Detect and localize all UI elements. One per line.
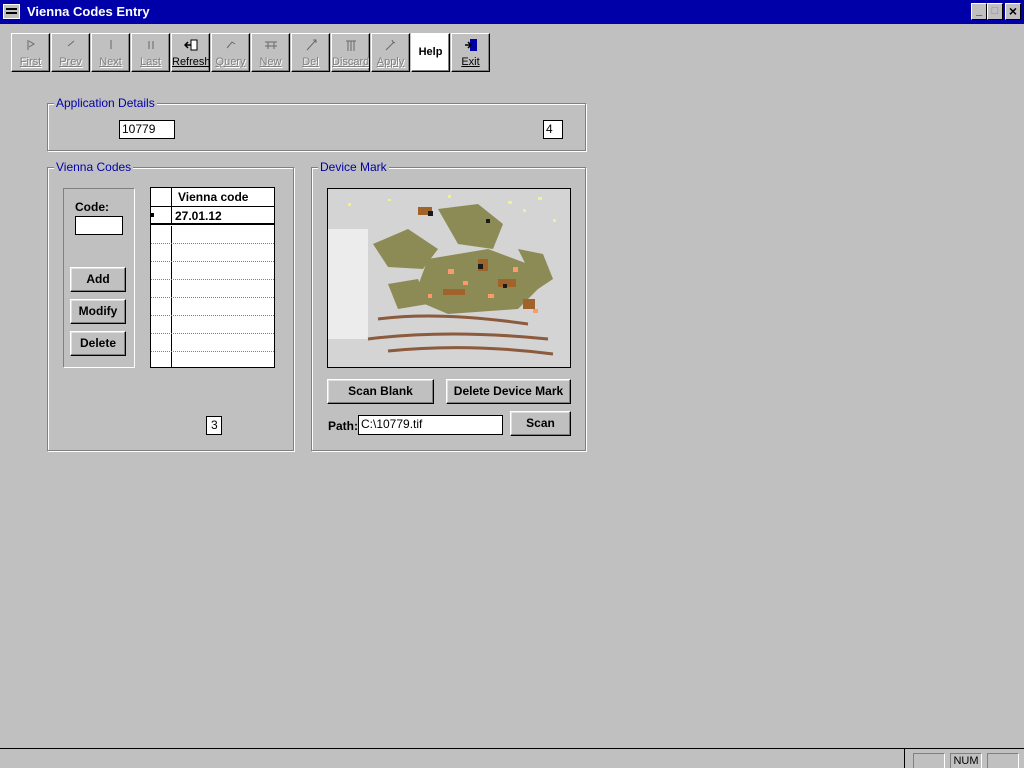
- minimize-button[interactable]: _: [971, 3, 987, 20]
- prev-record-icon: [67, 40, 75, 47]
- row-selector[interactable]: [151, 316, 172, 333]
- grid-header-selector: [151, 188, 172, 206]
- status-panel: [987, 753, 1019, 768]
- delete-device-mark-button[interactable]: Delete Device Mark: [446, 379, 571, 404]
- grid-row[interactable]: [151, 352, 274, 367]
- refresh-icon: [184, 39, 198, 51]
- toolbar-next-button[interactable]: Next: [91, 33, 130, 72]
- grid-row[interactable]: [151, 298, 274, 316]
- title-bar: Vienna Codes Entry _ □ ×: [0, 0, 1024, 24]
- device-mark-legend: Device Mark: [318, 160, 389, 174]
- toolbar-discard-button[interactable]: Discard: [331, 33, 370, 72]
- toolbar-new-button[interactable]: New: [251, 33, 290, 72]
- path-label: Path:: [328, 419, 358, 433]
- row-selector[interactable]: [151, 226, 172, 243]
- maximize-button[interactable]: □: [987, 3, 1003, 20]
- path-input[interactable]: C:\10779.tif: [358, 415, 503, 435]
- toolbar: First Prev Next Last Refresh Query New D…: [0, 24, 1024, 76]
- grid-row[interactable]: [151, 316, 274, 334]
- close-button[interactable]: ×: [1005, 3, 1021, 20]
- vienna-codes-legend: Vienna Codes: [54, 160, 134, 174]
- details-count-field[interactable]: 4: [543, 120, 563, 139]
- code-input[interactable]: [75, 216, 123, 235]
- window-title: Vienna Codes Entry: [27, 4, 150, 19]
- grid-row[interactable]: [151, 244, 274, 262]
- row-selector[interactable]: [151, 298, 172, 315]
- grid-row[interactable]: [151, 262, 274, 280]
- apply-icon: [385, 39, 396, 51]
- modify-code-button[interactable]: Modify: [70, 299, 126, 324]
- row-selector[interactable]: [151, 280, 172, 297]
- record-count-field[interactable]: 3: [206, 416, 222, 435]
- scan-blank-button[interactable]: Scan Blank: [327, 379, 434, 404]
- query-icon: [226, 41, 236, 49]
- last-record-icon: [148, 41, 154, 49]
- toolbar-help-button[interactable]: Help: [411, 33, 450, 72]
- status-panel: [913, 753, 945, 768]
- grid-row[interactable]: 27.01.12: [151, 207, 274, 225]
- grid-header-vienna-code: Vienna code: [178, 190, 249, 204]
- delete-code-button[interactable]: Delete: [70, 331, 126, 356]
- device-mark-image: [327, 188, 571, 368]
- toolbar-query-button[interactable]: Query: [211, 33, 250, 72]
- status-panel-num: NUM: [950, 753, 982, 768]
- new-record-icon: [265, 41, 277, 49]
- grid-cell-vienna-code[interactable]: 27.01.12: [175, 209, 222, 223]
- code-label: Code:: [75, 200, 109, 214]
- grid-row[interactable]: [151, 280, 274, 298]
- application-details-legend: Application Details: [54, 96, 157, 110]
- scan-button[interactable]: Scan: [510, 411, 571, 436]
- toolbar-del-button[interactable]: Del: [291, 33, 330, 72]
- status-bar: NUM: [0, 748, 1024, 768]
- system-menu-icon[interactable]: [3, 4, 20, 19]
- first-record-icon: [27, 40, 35, 50]
- status-divider: [904, 749, 905, 768]
- row-selector[interactable]: [151, 262, 172, 279]
- toolbar-exit-button[interactable]: Exit: [451, 33, 490, 72]
- row-selector[interactable]: [151, 207, 172, 223]
- grid-header: Vienna code: [151, 188, 274, 207]
- add-code-button[interactable]: Add: [70, 267, 126, 292]
- toolbar-refresh-button[interactable]: Refresh: [171, 33, 210, 72]
- row-selector[interactable]: [151, 334, 172, 351]
- toolbar-apply-button[interactable]: Apply: [371, 33, 410, 72]
- application-number-field[interactable]: 10779: [119, 120, 175, 139]
- toolbar-first-button[interactable]: First: [11, 33, 50, 72]
- row-selector[interactable]: [151, 244, 172, 261]
- delete-icon: [306, 39, 317, 51]
- discard-icon: [346, 40, 356, 51]
- vienna-code-grid[interactable]: Vienna code 27.01.12: [150, 187, 275, 368]
- grid-row[interactable]: [151, 226, 274, 244]
- device-mark-picture: [328, 189, 570, 367]
- grid-row[interactable]: [151, 334, 274, 352]
- toolbar-last-button[interactable]: Last: [131, 33, 170, 72]
- row-selector[interactable]: [151, 352, 172, 367]
- next-record-icon: [110, 40, 112, 49]
- exit-door-icon: [465, 39, 477, 51]
- toolbar-prev-button[interactable]: Prev: [51, 33, 90, 72]
